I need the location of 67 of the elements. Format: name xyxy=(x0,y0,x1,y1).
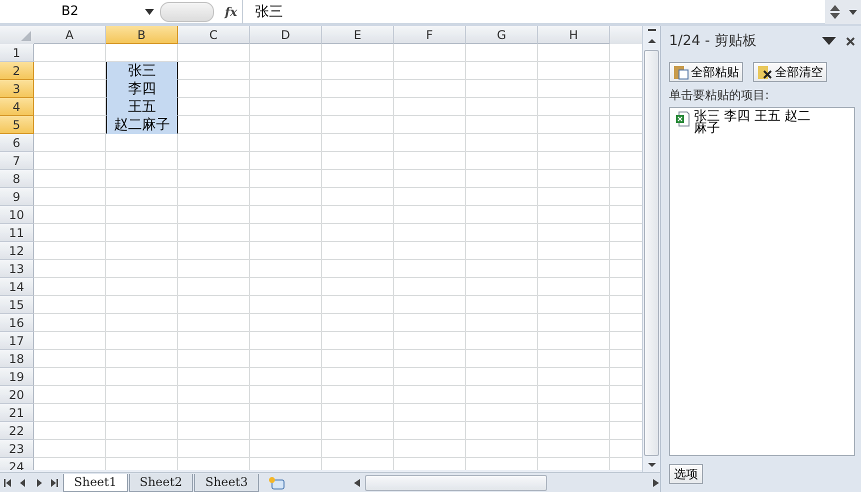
table-cell: 张三 xyxy=(106,62,178,80)
row-header[interactable]: 10 xyxy=(0,206,34,224)
row-header[interactable]: 19 xyxy=(0,368,34,386)
previous-sheet-icon[interactable] xyxy=(19,478,28,486)
close-icon[interactable] xyxy=(846,36,855,46)
row-header[interactable]: 14 xyxy=(0,278,34,296)
column-header[interactable]: D xyxy=(250,26,322,44)
dropdown-icon[interactable] xyxy=(822,37,836,45)
resize-handle[interactable] xyxy=(160,2,214,22)
name-box[interactable]: B2 xyxy=(0,0,160,24)
scroll-right-icon[interactable] xyxy=(652,478,660,486)
scroll-up-icon[interactable] xyxy=(648,37,656,45)
row-header[interactable]: 7 xyxy=(0,152,34,170)
options-button[interactable]: 选项 xyxy=(669,464,703,484)
next-sheet-icon[interactable] xyxy=(34,478,43,486)
column-header[interactable]: E xyxy=(322,26,394,44)
paste-all-button[interactable]: 全部粘贴 xyxy=(669,62,743,82)
column-header[interactable]: F xyxy=(394,26,466,44)
row-header[interactable]: 9 xyxy=(0,188,34,206)
row-header[interactable]: 8 xyxy=(0,170,34,188)
row-header[interactable]: 4 xyxy=(0,98,34,116)
split-handle-icon[interactable] xyxy=(648,26,656,34)
row-header[interactable]: 2 xyxy=(0,62,34,80)
column-header[interactable]: B xyxy=(106,26,178,44)
clear-all-button[interactable]: 全部清空 xyxy=(753,62,827,82)
spreadsheet-icon xyxy=(676,111,690,127)
row-header[interactable]: 21 xyxy=(0,404,34,422)
clipboard-item[interactable]: 张三 李四 王五 赵二麻子 xyxy=(670,108,854,135)
sheet-tab[interactable]: Sheet2 xyxy=(128,474,194,492)
scroll-thumb[interactable] xyxy=(644,50,660,456)
column-header[interactable]: G xyxy=(466,26,538,44)
insert-function-button[interactable]: fx xyxy=(220,4,242,18)
table-cell: 王五 xyxy=(106,98,178,116)
sheet-tab[interactable]: Sheet3 xyxy=(194,474,259,492)
row-header[interactable]: 16 xyxy=(0,314,34,332)
row-header[interactable]: 15 xyxy=(0,296,34,314)
row-header[interactable]: 6 xyxy=(0,134,34,152)
expand-icon[interactable] xyxy=(848,8,856,16)
row-header[interactable]: 1 xyxy=(0,44,34,62)
row-header[interactable]: 20 xyxy=(0,386,34,404)
row-header[interactable]: 13 xyxy=(0,260,34,278)
first-sheet-icon[interactable] xyxy=(4,478,12,486)
row-header[interactable]: 11 xyxy=(0,224,34,242)
column-header[interactable]: A xyxy=(34,26,106,44)
last-sheet-icon[interactable] xyxy=(50,478,58,486)
table-cell: 李四 xyxy=(106,80,178,98)
hint-text: 单击要粘贴的项目: xyxy=(669,87,770,104)
row-header[interactable]: 3 xyxy=(0,80,34,98)
row-header[interactable]: 22 xyxy=(0,422,34,440)
row-header[interactable]: 18 xyxy=(0,350,34,368)
row-header[interactable]: 17 xyxy=(0,332,34,350)
clipboard-clear-icon xyxy=(757,64,773,80)
table-cell: 赵二麻子 xyxy=(106,116,178,134)
pane-title: 1/24 - 剪贴板 xyxy=(669,32,758,50)
clipboard-icon xyxy=(673,64,689,80)
sheet-tab[interactable]: Sheet1 xyxy=(63,474,128,492)
scroll-left-icon[interactable] xyxy=(352,478,361,486)
scroll-arrows-icon[interactable] xyxy=(830,4,840,20)
row-header[interactable]: 5 xyxy=(0,116,34,134)
column-header[interactable]: C xyxy=(178,26,250,44)
column-header[interactable]: H xyxy=(538,26,610,44)
row-header[interactable]: 12 xyxy=(0,242,34,260)
scroll-down-icon[interactable] xyxy=(648,461,656,469)
horizontal-scroll-thumb[interactable] xyxy=(364,474,547,490)
row-header[interactable]: 23 xyxy=(0,440,34,458)
caret-icon xyxy=(145,8,154,14)
insert-sheet-icon[interactable] xyxy=(266,476,285,490)
